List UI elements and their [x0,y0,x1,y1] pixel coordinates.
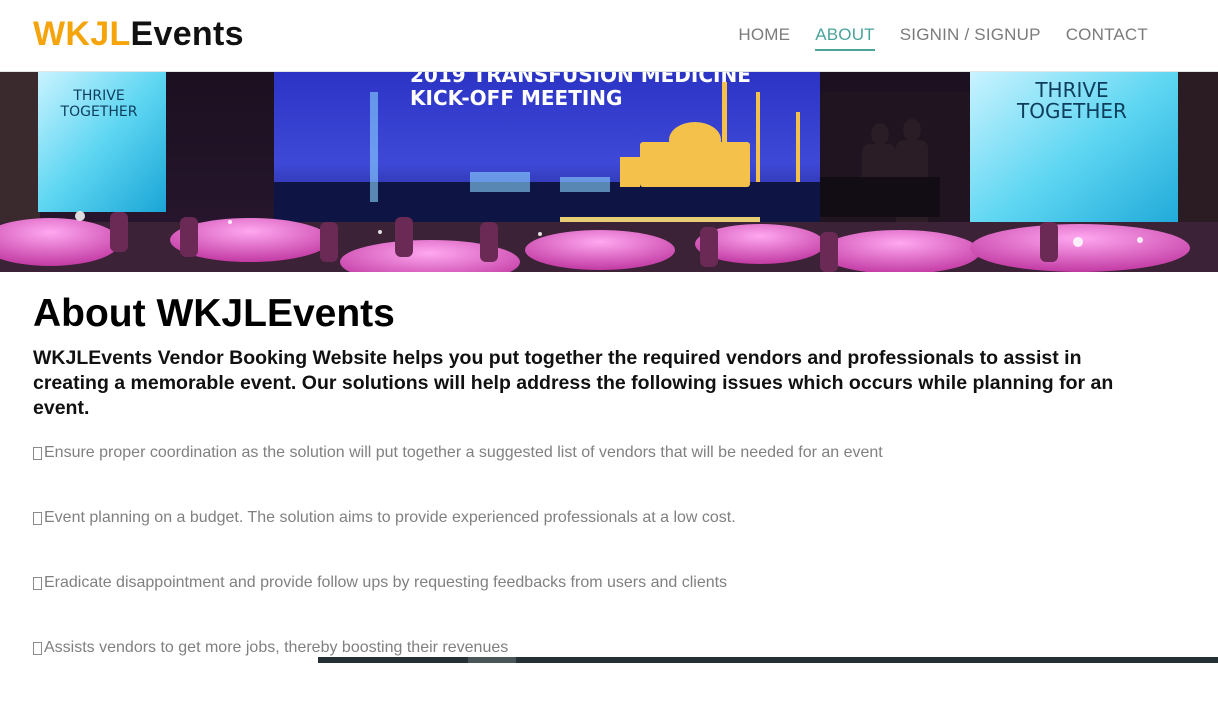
missing-glyph-icon [33,641,42,655]
missing-glyph-icon [33,576,42,590]
banner-left-panel-line2: TOGETHER [60,104,138,120]
hero-banner-image: 2019 TRANSFUSION MEDICINE KICK-OFF MEETI… [0,72,1218,272]
main-nav: HOME ABOUT SIGNIN / SIGNUP CONTACT [738,25,1148,51]
issues-list: Ensure proper coordination as the soluti… [33,443,1173,658]
banner-right-panel-line1: THRIVE [1035,78,1109,102]
banner-right-panel-text: THRIVE TOGETHER [972,80,1172,122]
banner-right-panel-line2: TOGETHER [1017,99,1127,123]
list-item: Assists vendors to get more jobs, thereb… [33,638,1173,658]
banner-screen-title-line1: 2019 TRANSFUSION MEDICINE [410,72,751,87]
logo-accent-text: WKJL [33,15,131,53]
banner-screen-title-line2: KICK-OFF MEETING [410,86,623,110]
missing-glyph-icon [33,446,42,460]
list-item: Eradicate disappointment and provide fol… [33,573,1173,593]
issue-text: Assists vendors to get more jobs, thereb… [44,639,509,656]
nav-about-link[interactable]: ABOUT [815,25,875,51]
about-section: About WKJLEvents WKJLEvents Vendor Booki… [33,290,1173,703]
about-intro: WKJLEvents Vendor Booking Website helps … [33,347,1114,419]
nav-signin-signup-link[interactable]: SIGNIN / SIGNUP [900,25,1041,51]
bottom-overlay-bar [318,657,1218,663]
navbar: WKJLEvents HOME ABOUT SIGNIN / SIGNUP CO… [0,0,1218,72]
site-logo[interactable]: WKJLEvents [33,14,244,54]
banner-screen-title: 2019 TRANSFUSION MEDICINE KICK-OFF MEETI… [330,72,830,110]
page-title: About WKJLEvents [33,292,395,335]
banner-left-panel-text: THRIVE TOGETHER [40,88,158,120]
bottom-overlay-segment [468,657,516,663]
banner-left-panel-line1: THRIVE [73,88,125,104]
issue-text: Ensure proper coordination as the soluti… [44,444,883,461]
list-item: Event planning on a budget. The solution… [33,508,1173,528]
list-item: Ensure proper coordination as the soluti… [33,443,1173,463]
issue-text: Event planning on a budget. The solution… [44,509,736,526]
missing-glyph-icon [33,511,42,525]
logo-rest-text: Events [130,15,244,53]
nav-home-link[interactable]: HOME [738,25,790,51]
issue-text: Eradicate disappointment and provide fol… [44,574,728,591]
nav-contact-link[interactable]: CONTACT [1066,25,1148,51]
